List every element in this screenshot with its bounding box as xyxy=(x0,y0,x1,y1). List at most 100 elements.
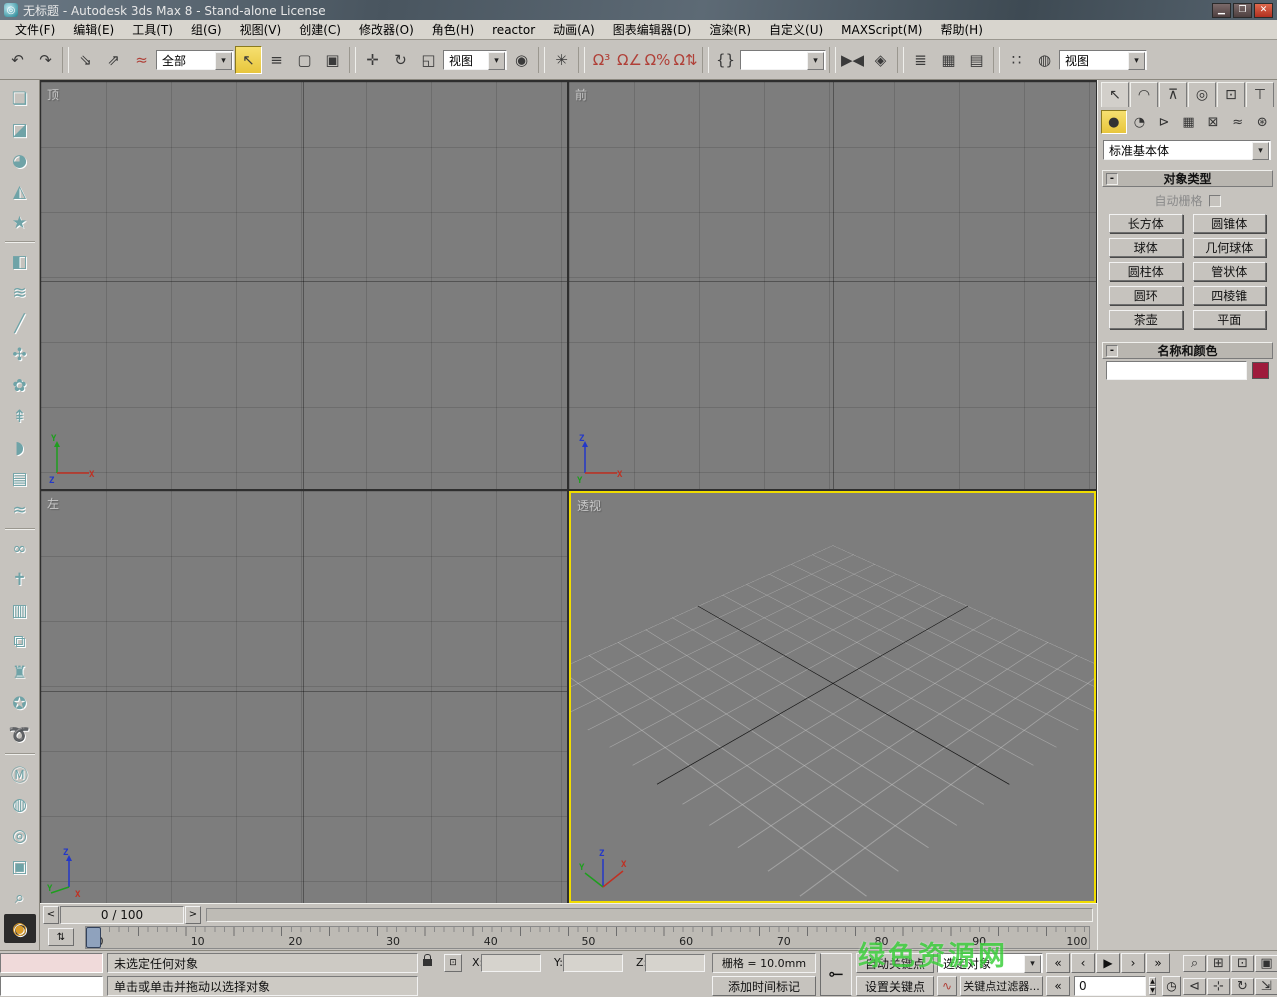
viewport-perspective[interactable]: 透视 Z Y X xyxy=(569,491,1096,903)
zoom-extents-all-button[interactable]: ▣ xyxy=(1255,955,1277,972)
named-selection-sets-combo[interactable] xyxy=(740,50,826,70)
maxscript-mini-listener-macro-row[interactable] xyxy=(0,953,103,973)
primitive-category-dropdown[interactable]: 标准基本体 xyxy=(1103,140,1271,160)
select-and-rotate-button[interactable]: ↻ xyxy=(387,46,414,74)
viewport-left[interactable]: 左 Z Y X xyxy=(41,491,567,903)
go-to-start-button[interactable]: « xyxy=(1046,953,1070,973)
primitive-button[interactable]: 茶壶 xyxy=(1109,310,1183,329)
time-slider-prev-button[interactable]: < xyxy=(43,906,59,924)
menu-item[interactable]: 文件(F) xyxy=(6,19,64,40)
curve-editor-button[interactable]: ▦ xyxy=(935,46,962,74)
primitive-button[interactable]: 长方体 xyxy=(1109,214,1183,233)
field-of-view-button[interactable]: ⊲ xyxy=(1183,978,1206,995)
menu-item[interactable]: 编辑(E) xyxy=(64,19,123,40)
biped-figure-icon[interactable]: ✝ xyxy=(4,565,36,594)
arc-rotate-button[interactable]: ↻ xyxy=(1231,978,1254,995)
play-button[interactable]: ▶ xyxy=(1096,953,1120,973)
star-disc-icon[interactable]: ✪ xyxy=(4,689,36,718)
material-shirt-icon[interactable]: Ⓜ xyxy=(4,759,36,788)
select-and-manipulate-button[interactable]: ✳ xyxy=(548,46,575,74)
weathervane-icon[interactable]: ⇞ xyxy=(4,402,36,431)
subtab-shapes[interactable]: ◔ xyxy=(1128,110,1152,134)
render-preset-combo[interactable]: 视图 xyxy=(1059,50,1147,70)
primitive-button[interactable]: 圆锥体 xyxy=(1193,214,1267,233)
pan-button[interactable]: ⊹ xyxy=(1207,978,1230,995)
reference-coordinate-combo[interactable]: 视图 xyxy=(443,50,507,70)
material-editor-button[interactable]: ∷ xyxy=(1003,46,1030,74)
menu-item[interactable]: 帮助(H) xyxy=(931,19,991,40)
name-color-rollout-header[interactable]: - 名称和颜色 xyxy=(1102,342,1273,359)
tab-hierarchy[interactable]: ⊼ xyxy=(1159,82,1187,107)
menu-item[interactable]: 工具(T) xyxy=(123,19,182,40)
material-sphere-icon[interactable]: ◍ xyxy=(4,790,36,819)
menu-item[interactable]: 动画(A) xyxy=(544,19,604,40)
star-shape-icon[interactable]: ★ xyxy=(4,208,36,237)
previous-frame-button[interactable]: ‹ xyxy=(1071,953,1095,973)
object-color-swatch[interactable] xyxy=(1252,362,1269,379)
linked-cubes-icon[interactable]: ⧉ xyxy=(4,627,36,656)
time-slider-value[interactable]: 0 / 100 xyxy=(60,906,184,924)
primitive-button[interactable]: 圆环 xyxy=(1109,286,1183,305)
subtab-cameras[interactable]: ▦ xyxy=(1177,110,1201,134)
camera-lens-icon[interactable]: ◉ xyxy=(4,914,36,943)
gear-icon[interactable]: ✿ xyxy=(4,371,36,400)
go-to-frame-button[interactable]: « xyxy=(1046,976,1070,996)
primitive-button[interactable]: 几何球体 xyxy=(1193,238,1267,257)
add-time-tag-button[interactable]: 添加时间标记 xyxy=(712,976,816,996)
key-filters-button[interactable]: 关键点过滤器... xyxy=(960,976,1043,996)
menu-item[interactable]: 图表编辑器(D) xyxy=(604,19,701,40)
schematic-view-button[interactable]: ▤ xyxy=(963,46,990,74)
subtab-lights[interactable]: ⊳ xyxy=(1152,110,1176,134)
subtab-systems[interactable]: ⊛ xyxy=(1250,110,1274,134)
primitive-button[interactable]: 球体 xyxy=(1109,238,1183,257)
timeline-ruler[interactable]: 0102030405060708090100 xyxy=(85,926,1090,949)
primitive-button[interactable]: 管状体 xyxy=(1193,262,1267,281)
viewport-front-label[interactable]: 前 xyxy=(575,86,587,103)
layer-manager-button[interactable]: ≣ xyxy=(907,46,934,74)
select-and-scale-button[interactable]: ◱ xyxy=(415,46,442,74)
primitives-boxes-icon[interactable]: ❏ xyxy=(4,84,36,113)
horn-icon[interactable]: ➰ xyxy=(4,720,36,749)
torus-knot-icon[interactable]: ∞ xyxy=(4,534,36,563)
maximize-button[interactable]: ❐ xyxy=(1233,3,1252,18)
mirror-button[interactable]: ▶◀ xyxy=(839,46,866,74)
tab-display[interactable]: ⊡ xyxy=(1217,82,1245,107)
select-and-link-button[interactable]: ⇘ xyxy=(72,46,99,74)
window-crossing-button[interactable]: ▣ xyxy=(319,46,346,74)
close-button[interactable]: ✕ xyxy=(1254,3,1273,18)
plate-icon[interactable]: ▥ xyxy=(4,596,36,625)
edit-named-selection-sets-button[interactable]: {} xyxy=(712,46,739,74)
zoom-extents-button[interactable]: ⊡ xyxy=(1231,955,1254,972)
clothing-icon[interactable]: ◪ xyxy=(4,115,36,144)
selection-lock-toggle[interactable] xyxy=(423,955,432,966)
percent-snap-button[interactable]: Ω% xyxy=(644,46,671,74)
fan-blades-icon[interactable]: ✣ xyxy=(4,340,36,369)
menu-item[interactable]: MAXScript(M) xyxy=(832,21,931,39)
time-configuration-button[interactable]: ◷ xyxy=(1162,976,1181,996)
subtab-helpers[interactable]: ⊠ xyxy=(1201,110,1225,134)
viewport-perspective-label[interactable]: 透视 xyxy=(577,497,601,514)
subtab-space-warps[interactable]: ≈ xyxy=(1226,110,1250,134)
maxscript-mini-listener-script-row[interactable] xyxy=(0,976,103,996)
primitive-button[interactable]: 平面 xyxy=(1193,310,1267,329)
time-slider-handle[interactable] xyxy=(86,927,101,948)
minimize-button[interactable]: ▁ xyxy=(1212,3,1231,18)
tab-motion[interactable]: ◎ xyxy=(1188,82,1216,107)
frame-spinner[interactable]: ▲ ▼ xyxy=(1146,977,1159,995)
key-mode-dropdown[interactable]: 选定对象 xyxy=(937,953,1043,973)
select-by-name-button[interactable]: ≡ xyxy=(263,46,290,74)
align-button[interactable]: ◈ xyxy=(867,46,894,74)
viewport-front[interactable]: 前 Z X Y xyxy=(569,82,1096,489)
ball-icon[interactable]: ◕ xyxy=(4,146,36,175)
time-slider-next-button[interactable]: > xyxy=(185,906,201,924)
current-frame-field[interactable]: 0 xyxy=(1074,976,1146,996)
creature-icon[interactable]: ◗ xyxy=(4,433,36,462)
checker-box-icon[interactable]: ◧ xyxy=(4,247,36,276)
primitive-button[interactable]: 四棱锥 xyxy=(1193,286,1267,305)
undo-button[interactable]: ↶ xyxy=(4,46,31,74)
spinner-top-icon[interactable]: ◭ xyxy=(4,177,36,206)
open-mini-trackview-button[interactable]: ⇅ xyxy=(48,928,74,946)
angle-snap-button[interactable]: Ω∠ xyxy=(616,46,643,74)
unlink-selection-button[interactable]: ⇗ xyxy=(100,46,127,74)
absolute-offset-mode-toggle[interactable]: ⊡ xyxy=(444,954,462,972)
